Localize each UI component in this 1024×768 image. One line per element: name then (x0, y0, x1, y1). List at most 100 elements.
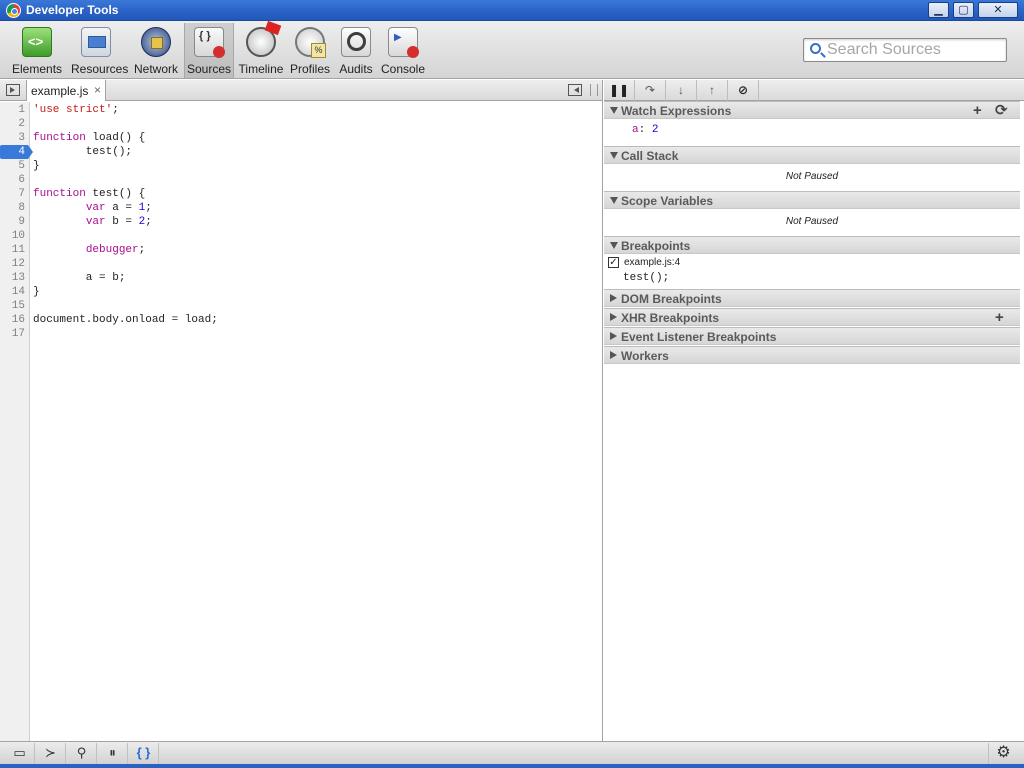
line-number[interactable]: 15 (0, 299, 28, 313)
code-line: } (33, 160, 40, 172)
tool-resources[interactable]: Resources (71, 23, 128, 78)
resources-icon (81, 27, 111, 57)
line-number[interactable]: 14 (0, 285, 28, 299)
tool-label: Audits (339, 62, 373, 76)
minimize-button[interactable]: ▁ (928, 2, 949, 18)
pretty-print-icon[interactable]: { } (129, 743, 159, 764)
add-watch-button[interactable]: + (973, 102, 982, 119)
breakpoint-checkbox[interactable]: ✓ (608, 257, 619, 268)
tool-profiles[interactable]: Profiles (285, 23, 335, 78)
code-line: document.body.onload = load; (33, 314, 218, 326)
watch-expressions-header[interactable]: Watch Expressions + ⟳ (604, 101, 1020, 119)
code-line: 'use strict'; (33, 104, 119, 116)
show-navigator-icon[interactable] (6, 84, 20, 96)
close-button[interactable]: ✕ (978, 2, 1018, 18)
search-icon (810, 43, 821, 54)
step-into-button[interactable]: ↓ (666, 80, 697, 101)
line-number[interactable]: 5 (0, 159, 28, 173)
scope-variables-header[interactable]: Scope Variables (604, 191, 1020, 209)
workers-header[interactable]: Workers (604, 346, 1020, 364)
tool-label: Timeline (238, 62, 284, 76)
line-number[interactable]: 13 (0, 271, 28, 285)
line-number[interactable]: 17 (0, 327, 28, 341)
line-number[interactable]: 6 (0, 173, 28, 187)
maximize-button[interactable]: ▢ (953, 2, 974, 18)
tool-label: Sources (186, 62, 232, 76)
show-console-icon[interactable]: ≻ (36, 743, 66, 764)
editor-pane: example.js × 1 2 3 4 5 6 7 8 9 10 11 12 13 14 15 16 17 '… (0, 80, 603, 741)
section-title: XHR Breakpoints (621, 311, 720, 325)
tool-audits[interactable]: Audits (331, 23, 381, 78)
line-number[interactable]: 8 (0, 201, 28, 215)
code-line: } (33, 286, 40, 298)
watch-expression[interactable]: a: 2 (632, 124, 658, 136)
split-handle-icon[interactable] (590, 84, 598, 96)
tool-label: Profiles (289, 62, 330, 76)
pause-button[interactable]: ❚❚ (604, 80, 635, 101)
step-out-button[interactable]: ↑ (697, 80, 728, 101)
dom-breakpoints-header[interactable]: DOM Breakpoints (604, 289, 1020, 307)
gear-icon[interactable]: ⚙ (988, 743, 1018, 764)
event-listener-breakpoints-header[interactable]: Event Listener Breakpoints (604, 327, 1020, 345)
code-line: var b = 2; (85, 216, 152, 228)
timeline-icon (246, 27, 276, 57)
dock-toggle-icon[interactable]: ▭ (5, 743, 35, 764)
console-icon (388, 27, 419, 58)
tool-sources[interactable]: Sources (184, 23, 234, 78)
file-tab-label: example.js (31, 84, 89, 98)
editor-tabstrip: example.js × (0, 80, 602, 101)
breakpoints-header[interactable]: Breakpoints (604, 236, 1020, 254)
tool-label: Console (380, 62, 426, 76)
search-icon[interactable]: ⚲ (67, 743, 97, 764)
hide-debugger-icon[interactable] (568, 84, 582, 96)
tool-timeline[interactable]: Timeline (236, 23, 286, 78)
tool-label: Network (133, 62, 178, 76)
tool-elements[interactable]: Elements (12, 23, 62, 78)
section-title: DOM Breakpoints (621, 292, 722, 306)
line-number[interactable]: 7 (0, 187, 28, 201)
call-stack-header[interactable]: Call Stack (604, 146, 1020, 164)
step-over-button[interactable]: ↷ (635, 80, 666, 101)
expanded-triangle-icon (610, 107, 618, 114)
collapsed-triangle-icon (610, 332, 617, 340)
line-number[interactable]: 2 (0, 117, 28, 131)
line-number[interactable]: 4 (0, 145, 33, 159)
code-editor[interactable]: 1 2 3 4 5 6 7 8 9 10 11 12 13 14 15 16 17 'use strict'; f… (0, 102, 602, 741)
line-number[interactable]: 1 (0, 103, 28, 117)
line-number[interactable]: 3 (0, 131, 28, 145)
line-gutter[interactable]: 1 2 3 4 5 6 7 8 9 10 11 12 13 14 15 16 17 (0, 102, 33, 741)
refresh-watch-button[interactable]: ⟳ (995, 102, 1008, 119)
breakpoint-code[interactable]: test(); (623, 272, 669, 284)
tool-network[interactable]: Network (131, 23, 181, 78)
collapsed-triangle-icon (610, 313, 617, 321)
main-toolbar: Elements Resources Network Sources Timel… (0, 21, 1024, 79)
line-number[interactable]: 16 (0, 313, 28, 327)
code-line: debugger; (85, 244, 146, 256)
expanded-triangle-icon (610, 152, 618, 159)
line-number[interactable]: 11 (0, 243, 28, 257)
chrome-icon (6, 3, 21, 18)
line-number[interactable]: 9 (0, 215, 28, 229)
search-box (803, 38, 1007, 62)
deactivate-breakpoints-button[interactable]: ⊘ (728, 80, 759, 101)
xhr-breakpoints-header[interactable]: XHR Breakpoints + (604, 308, 1020, 326)
window-bottom-border (0, 764, 1024, 768)
line-number[interactable]: 12 (0, 257, 28, 271)
pause-on-exceptions-icon[interactable]: ⏸ (98, 743, 128, 764)
search-input[interactable] (827, 41, 1003, 59)
collapsed-triangle-icon (610, 294, 617, 302)
tool-console[interactable]: Console (378, 23, 428, 78)
section-title: Watch Expressions (621, 104, 732, 118)
close-tab-icon[interactable]: × (94, 83, 101, 97)
breakpoint-location[interactable]: example.js:4 (624, 257, 680, 268)
file-tab-example-js[interactable]: example.js × (26, 80, 106, 101)
elements-icon (22, 27, 52, 57)
call-stack-status: Not Paused (785, 171, 839, 182)
add-xhr-breakpoint-button[interactable]: + (995, 309, 1004, 326)
line-number[interactable]: 10 (0, 229, 28, 243)
status-bar: ▭ ≻ ⚲ ⏸ { } ⚙ (0, 741, 1024, 764)
tool-label: Elements (12, 62, 63, 76)
code-line: var a = 1; (85, 202, 152, 214)
section-title: Event Listener Breakpoints (621, 330, 777, 344)
code-line: function load() { (33, 132, 146, 144)
